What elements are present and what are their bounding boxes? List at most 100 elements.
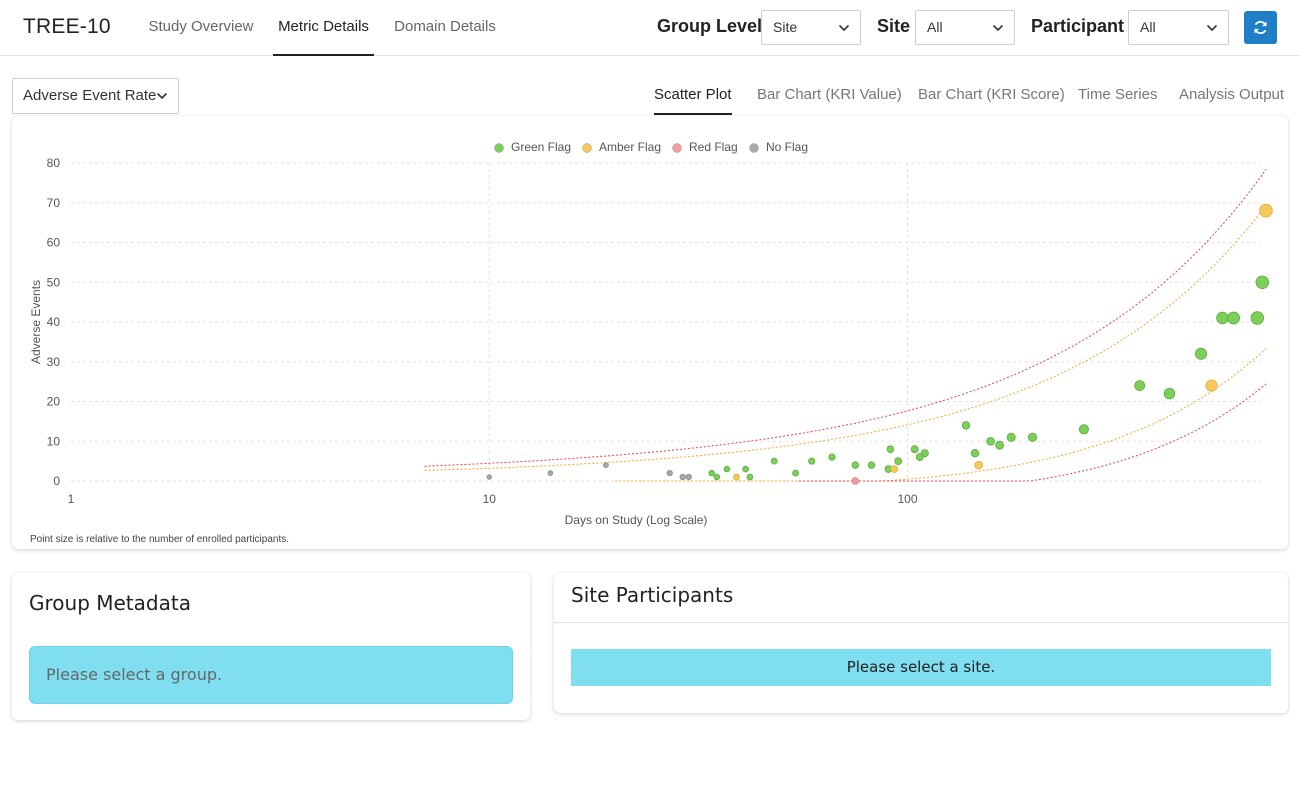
y-tick-label: 50 xyxy=(47,275,61,289)
tab-domain-details[interactable]: Domain Details xyxy=(385,0,505,56)
tab-time-series[interactable]: Time Series xyxy=(1078,80,1157,115)
metric-select-value: Adverse Event Rate xyxy=(23,87,157,104)
scatter-point xyxy=(1259,203,1273,218)
site-participants-title: Site Participants xyxy=(571,583,734,607)
lower-amber-threshold xyxy=(615,348,1267,482)
group-level-value: Site xyxy=(773,19,798,35)
scatter-point xyxy=(970,449,980,458)
scatter-point xyxy=(603,462,609,469)
scatter-point xyxy=(486,474,492,480)
tab-bar-chart-kri-score[interactable]: Bar Chart (KRI Score) xyxy=(918,80,1065,115)
legend-label: Amber Flag xyxy=(599,140,661,154)
group-level-select[interactable]: Site xyxy=(761,10,861,45)
upper-amber-threshold xyxy=(424,205,1267,471)
group-metadata-title: Group Metadata xyxy=(29,591,191,615)
legend-marker xyxy=(672,143,682,153)
participant-value: All xyxy=(1140,19,1156,35)
scatter-point xyxy=(851,477,859,485)
scatter-point xyxy=(986,436,995,446)
y-tick-label: 30 xyxy=(47,355,61,369)
scatter-point xyxy=(1134,380,1146,392)
scatter-point xyxy=(1195,347,1208,360)
refresh-icon xyxy=(1254,20,1267,35)
participant-select[interactable]: All xyxy=(1128,10,1229,45)
scatter-point xyxy=(1027,432,1038,442)
y-tick-label: 80 xyxy=(47,156,61,170)
tab-metric-details[interactable]: Metric Details xyxy=(273,0,374,56)
scatter-point xyxy=(723,465,731,473)
legend-marker xyxy=(582,143,592,153)
top-navbar: TREE-10 Study Overview Metric Details Do… xyxy=(0,0,1300,56)
x-tick-label: 1 xyxy=(68,492,75,506)
scatter-point xyxy=(1216,311,1229,325)
scatter-point xyxy=(995,440,1004,450)
x-axis-label: Days on Study (Log Scale) xyxy=(565,513,708,527)
scatter-point xyxy=(1078,424,1089,435)
site-participants-card: Site Participants Please select a site. xyxy=(554,573,1288,713)
scatter-point xyxy=(1227,311,1240,325)
group-level-label: Group Level xyxy=(657,16,763,36)
scatter-point xyxy=(547,470,554,476)
scatter-point xyxy=(851,461,859,469)
scatter-point xyxy=(1006,432,1016,442)
chart-footnote: Point size is relative to the number of … xyxy=(30,534,290,545)
scatter-chart-card: 0 10 20 30 40 50 60 70 80 1 10 100 Days on Study (Lo… xyxy=(12,116,1288,549)
site-select[interactable]: All xyxy=(915,10,1015,45)
scatter-point xyxy=(666,469,673,477)
metric-select[interactable]: Adverse Event Rate xyxy=(12,78,179,114)
participant-label: Participant xyxy=(1031,16,1125,36)
chevron-down-icon xyxy=(838,24,850,32)
y-tick-label: 40 xyxy=(47,315,61,329)
refresh-button[interactable] xyxy=(1244,11,1277,44)
scatter-point xyxy=(733,473,740,481)
scatter-point xyxy=(890,465,899,473)
scatter-point xyxy=(974,460,983,470)
chevron-down-icon xyxy=(156,92,168,100)
scatter-point xyxy=(910,445,919,454)
scatter-point xyxy=(886,445,895,454)
group-metadata-alert: Please select a group. xyxy=(29,646,513,704)
scatter-point xyxy=(770,457,778,465)
tab-scatter-plot[interactable]: Scatter Plot xyxy=(654,80,732,115)
scatter-point xyxy=(894,457,903,466)
site-value: All xyxy=(927,19,943,35)
y-tick-label: 10 xyxy=(47,434,61,448)
legend-label: Green Flag xyxy=(511,140,571,154)
y-axis-label: Adverse Events xyxy=(29,280,43,364)
scatter-point xyxy=(1250,311,1265,325)
upper-red-threshold xyxy=(424,169,1267,467)
scatter-point xyxy=(828,453,836,461)
scatter-point xyxy=(1163,387,1176,400)
site-participants-alert: Please select a site. xyxy=(571,649,1271,686)
legend-marker xyxy=(494,143,504,153)
y-tick-label: 70 xyxy=(47,196,61,210)
group-metadata-card: Group Metadata Please select a group. xyxy=(12,573,530,720)
scatter-point xyxy=(920,449,929,458)
chevron-down-icon xyxy=(992,24,1004,32)
scatter-point xyxy=(961,421,971,430)
chevron-down-icon xyxy=(1206,24,1218,32)
tab-analysis-output[interactable]: Analysis Output xyxy=(1179,80,1284,115)
app-title: TREE-10 xyxy=(23,15,111,38)
scatter-point xyxy=(742,465,749,473)
legend-label: Red Flag xyxy=(689,140,738,154)
scatter-point xyxy=(713,473,720,481)
divider xyxy=(554,622,1288,623)
scatter-point xyxy=(1255,275,1270,290)
tab-study-overview[interactable]: Study Overview xyxy=(140,0,262,56)
y-tick-label: 20 xyxy=(47,395,61,409)
x-tick-label: 100 xyxy=(898,492,918,506)
legend-label: No Flag xyxy=(766,140,808,154)
y-tick-label: 60 xyxy=(47,236,61,250)
tab-bar-chart-kri-value[interactable]: Bar Chart (KRI Value) xyxy=(757,80,902,115)
legend-marker xyxy=(749,143,759,153)
scatter-point xyxy=(1205,379,1218,392)
x-tick-label: 10 xyxy=(483,492,497,506)
scatter-point xyxy=(685,473,692,481)
scatter-point xyxy=(792,469,799,477)
scatter-point xyxy=(746,473,754,481)
scatter-point xyxy=(708,469,715,477)
y-tick-label: 0 xyxy=(53,474,60,488)
scatter-point xyxy=(867,461,876,469)
scatter-chart: 0 10 20 30 40 50 60 70 80 1 10 100 Days on Study (Lo… xyxy=(29,140,1273,527)
